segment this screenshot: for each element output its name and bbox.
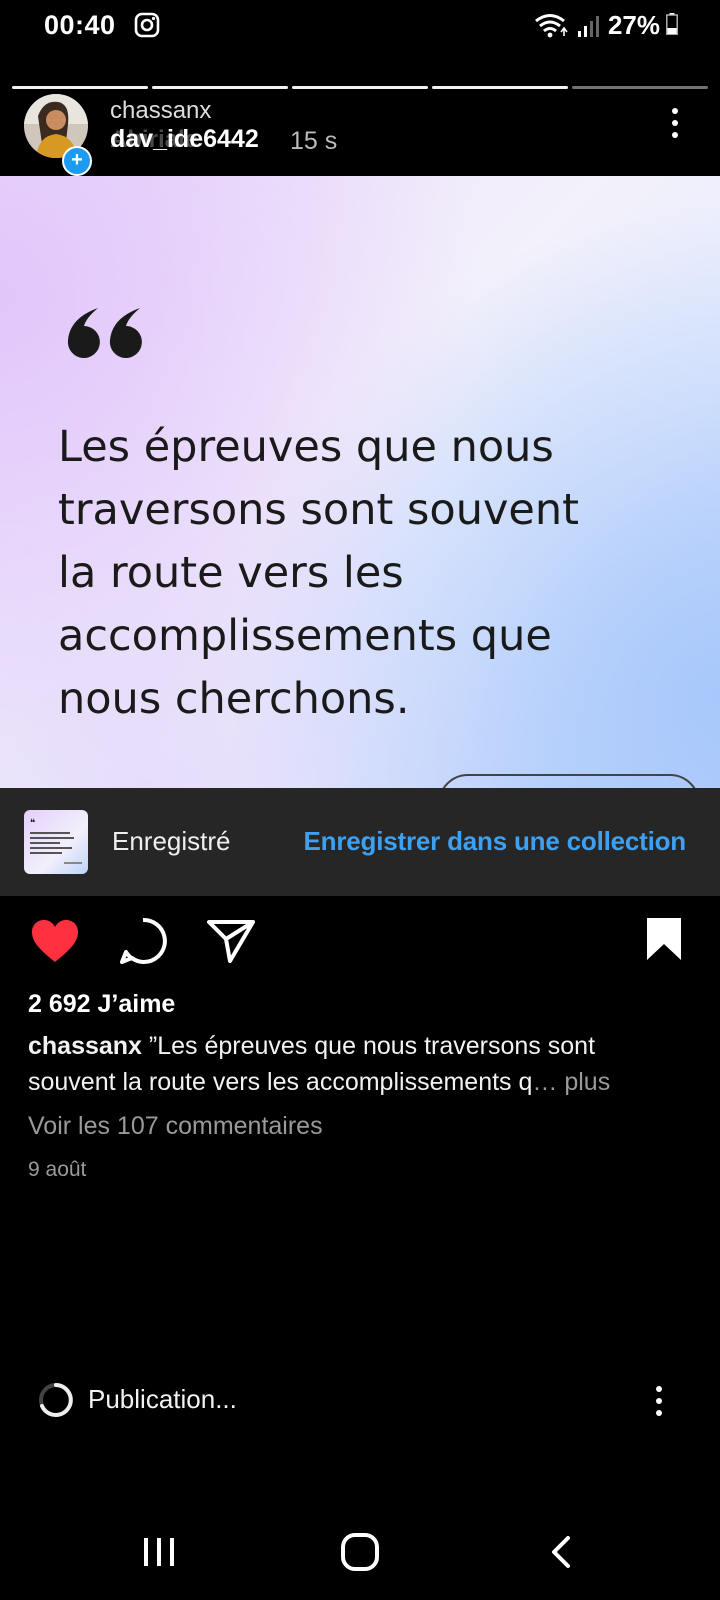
quote-line: nous cherchons. xyxy=(58,674,410,724)
quote-line: Les épreuves que nous xyxy=(58,422,554,472)
comment-icon[interactable] xyxy=(118,916,168,966)
progress-segment xyxy=(12,86,148,89)
svg-text:❝: ❝ xyxy=(30,818,35,829)
quote-line: la route vers les xyxy=(58,548,404,598)
caption-username[interactable]: chassanx xyxy=(28,1032,142,1060)
publishing-options-icon[interactable] xyxy=(654,1384,664,1418)
instagram-icon xyxy=(134,12,160,38)
story-progress xyxy=(12,86,708,90)
progress-segment xyxy=(152,86,288,89)
save-to-collection-button[interactable]: Enregistrer dans une collection xyxy=(304,826,687,857)
back-icon[interactable] xyxy=(548,1534,574,1570)
saved-label: Enregistré xyxy=(112,826,231,856)
story-username-primary[interactable]: chassanx xyxy=(110,97,211,125)
wifi-icon xyxy=(535,13,568,37)
quote-line: traversons sont souvent xyxy=(58,485,579,535)
saved-thumbnail: ❝ xyxy=(24,810,88,874)
view-comments-link[interactable]: Voir les 107 commentaires xyxy=(28,1112,323,1141)
status-indicators: 27% xyxy=(534,10,660,41)
story-username-secondary[interactable]: dav_ide6442 xyxy=(110,125,259,154)
more-options-icon[interactable] xyxy=(670,106,680,140)
progress-segment xyxy=(432,86,568,89)
like-heart-icon[interactable] xyxy=(30,918,80,964)
battery-icon xyxy=(666,13,678,35)
battery-percent: 27% xyxy=(607,10,660,40)
status-time: 00:40 xyxy=(44,10,116,40)
post-date: 9 août xyxy=(28,1158,87,1181)
thumbnail-preview-icon: ❝ xyxy=(30,818,82,864)
recent-apps-icon[interactable] xyxy=(142,1536,176,1568)
saved-banner: ❝ Enregistré Enregistrer dans une collec… xyxy=(0,788,720,896)
bookmark-saved-icon[interactable] xyxy=(644,916,684,962)
post-image[interactable]: Les épreuves que nous traversons sont so… xyxy=(0,176,720,788)
share-send-icon[interactable] xyxy=(206,918,256,964)
home-icon[interactable] xyxy=(340,1532,380,1572)
quote-mark-icon xyxy=(67,308,142,358)
caption-more-link[interactable]: … plus xyxy=(532,1068,610,1096)
signal-icon xyxy=(577,15,599,37)
quote-line: accomplissements que xyxy=(58,611,552,661)
loading-spinner-icon xyxy=(39,1383,73,1417)
image-caption-pill xyxy=(438,774,700,788)
publishing-status: Publication... xyxy=(88,1384,237,1414)
progress-segment xyxy=(292,86,428,89)
post-caption: chassanx ”Les épreuves que nous traverso… xyxy=(28,1028,688,1100)
progress-segment xyxy=(572,86,708,89)
quote-text: Les épreuves que nous traversons sont so… xyxy=(58,416,678,731)
like-count[interactable]: 2 692 J’aime xyxy=(28,990,175,1019)
add-story-badge[interactable]: + xyxy=(62,146,92,176)
story-time-ago: 15 s xyxy=(290,127,338,155)
